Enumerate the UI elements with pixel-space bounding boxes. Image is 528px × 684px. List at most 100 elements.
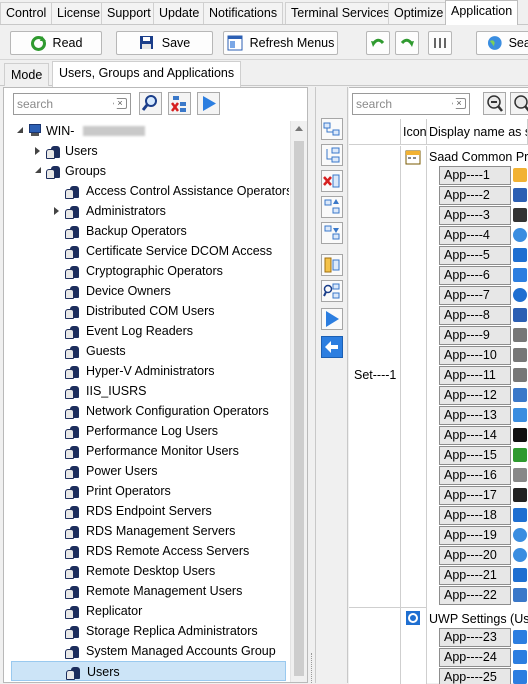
tree-group-item[interactable]: Certificate Service DCOM Access: [52, 241, 282, 261]
tree-group-item[interactable]: Distributed COM Users: [52, 301, 282, 321]
tree-group-item[interactable]: Guests: [52, 341, 282, 361]
tree-group-item[interactable]: Administrators: [52, 201, 282, 221]
app-item[interactable]: App----1: [439, 166, 511, 185]
tree-group-item[interactable]: Backup Operators: [52, 221, 282, 241]
set-cell-2[interactable]: [349, 608, 401, 684]
tree-group-item[interactable]: RDS Management Servers: [52, 521, 282, 541]
tree-group-item[interactable]: Print Operators: [52, 481, 282, 501]
left-filter-button[interactable]: [168, 92, 191, 115]
app-item[interactable]: App----8: [439, 306, 511, 325]
app-item[interactable]: App----11: [439, 366, 511, 385]
column-header-icon[interactable]: Icon: [401, 119, 427, 145]
tree-group-item[interactable]: Cryptographic Operators: [52, 261, 282, 281]
app-item[interactable]: App----7: [439, 286, 511, 305]
app-item[interactable]: App----10: [439, 346, 511, 365]
left-search-input[interactable]: search ×: [13, 93, 131, 115]
scroll-up-arrow-icon[interactable]: [295, 126, 303, 131]
menu-tab-optimize[interactable]: Optimize: [388, 2, 450, 24]
group1-name[interactable]: Saad Common Pro: [429, 148, 528, 166]
search-button[interactable]: Sear: [476, 31, 528, 55]
right-search-input[interactable]: search ×: [352, 93, 470, 115]
tree-item-users[interactable]: Users: [35, 141, 135, 161]
columns-button[interactable]: [428, 31, 452, 55]
tree-group-item[interactable]: Remote Desktop Users: [52, 561, 282, 581]
tree-group-item[interactable]: Event Log Readers: [52, 321, 282, 341]
remove-button[interactable]: [321, 170, 343, 192]
column-header-display[interactable]: Display name as sh: [427, 119, 528, 145]
app-item[interactable]: App----4: [439, 226, 511, 245]
app-item[interactable]: App----13: [439, 406, 511, 425]
app-item[interactable]: App----18: [439, 506, 511, 525]
tree-group-item[interactable]: Device Owners: [52, 281, 282, 301]
tree-root[interactable]: WIN-: [17, 121, 217, 141]
move-up-button[interactable]: [321, 196, 343, 218]
app-item[interactable]: App----15: [439, 446, 511, 465]
assign-right-button[interactable]: [321, 308, 343, 330]
assign-left-button[interactable]: [321, 336, 343, 358]
zoom-in-button[interactable]: [510, 92, 528, 115]
tree-item-groups[interactable]: Groups: [35, 161, 135, 181]
app-item[interactable]: App----9: [439, 326, 511, 345]
app-item[interactable]: App----17: [439, 486, 511, 505]
move-down-button[interactable]: [321, 222, 343, 244]
tree-group-item[interactable]: Access Control Assistance Operators: [52, 181, 289, 201]
app-item[interactable]: App----2: [439, 186, 511, 205]
tree-group-item[interactable]: Hyper-V Administrators: [52, 361, 282, 381]
refresh-menus-button[interactable]: Refresh Menus: [223, 31, 338, 55]
app-item[interactable]: App----12: [439, 386, 511, 405]
undo-button[interactable]: [366, 31, 390, 55]
scroll-thumb[interactable]: [294, 141, 304, 676]
set-cell[interactable]: Set----1: [349, 146, 401, 608]
tree-group-item[interactable]: Users: [11, 661, 286, 681]
app-item[interactable]: App----16: [439, 466, 511, 485]
app-item[interactable]: App----5: [439, 246, 511, 265]
left-go-button[interactable]: [197, 92, 220, 115]
menu-tab-application[interactable]: Application: [445, 0, 519, 25]
left-scrollbar[interactable]: [290, 121, 307, 682]
tree-group-item[interactable]: RDS Endpoint Servers: [52, 501, 282, 521]
app-item[interactable]: App----22: [439, 586, 511, 605]
tab-mode[interactable]: Mode: [4, 63, 50, 86]
menu-tab-support[interactable]: Support: [101, 2, 157, 24]
menu-tab-license[interactable]: License: [51, 2, 107, 24]
collapse-icon[interactable]: [35, 147, 40, 155]
tree-group-item[interactable]: Replicator: [52, 601, 282, 621]
save-button[interactable]: Save: [116, 31, 213, 55]
group2-name[interactable]: UWP Settings (User: [429, 610, 528, 628]
tab-users-groups-applications[interactable]: Users, Groups and Applications: [52, 61, 242, 87]
add-child-button[interactable]: [321, 144, 343, 166]
tree-group-item[interactable]: RDS Remote Access Servers: [52, 541, 282, 561]
app-item[interactable]: App----14: [439, 426, 511, 445]
tree-group-item[interactable]: Performance Log Users: [52, 421, 282, 441]
tree-group-item[interactable]: Network Configuration Operators: [52, 401, 282, 421]
find-button[interactable]: [321, 280, 343, 302]
zoom-out-button[interactable]: [483, 92, 506, 115]
collapse-icon[interactable]: [54, 207, 59, 215]
read-button[interactable]: Read: [10, 31, 102, 55]
tree-group-item[interactable]: Performance Monitor Users: [52, 441, 282, 461]
app-item[interactable]: App----24: [439, 648, 511, 667]
menu-tab-terminal-services[interactable]: Terminal Services: [285, 2, 396, 24]
app-item[interactable]: App----23: [439, 628, 511, 647]
clear-search-icon[interactable]: ×: [113, 98, 127, 109]
menu-tab-control[interactable]: Control: [0, 2, 53, 24]
clear-search-icon[interactable]: ×: [452, 98, 466, 109]
menu-tab-update[interactable]: Update: [153, 2, 206, 24]
tree-group-item[interactable]: System Managed Accounts Group: [52, 641, 282, 661]
tree-group-item[interactable]: Storage Replica Administrators: [52, 621, 282, 641]
redo-button[interactable]: [395, 31, 419, 55]
tree-group-item[interactable]: Remote Management Users: [52, 581, 282, 601]
column-header-set[interactable]: [349, 119, 401, 145]
app-item[interactable]: App----19: [439, 526, 511, 545]
menu-tab-notifications[interactable]: Notifications: [203, 2, 284, 24]
edit-button[interactable]: [321, 254, 343, 276]
tree-group-item[interactable]: IIS_IUSRS: [52, 381, 282, 401]
expand-icon[interactable]: [35, 167, 41, 173]
expand-icon[interactable]: [17, 127, 23, 133]
app-item[interactable]: App----6: [439, 266, 511, 285]
app-item[interactable]: App----3: [439, 206, 511, 225]
tree-group-item[interactable]: Power Users: [52, 461, 282, 481]
app-item[interactable]: App----21: [439, 566, 511, 585]
app-item[interactable]: App----25: [439, 668, 511, 684]
add-to-set-button[interactable]: [321, 118, 343, 140]
